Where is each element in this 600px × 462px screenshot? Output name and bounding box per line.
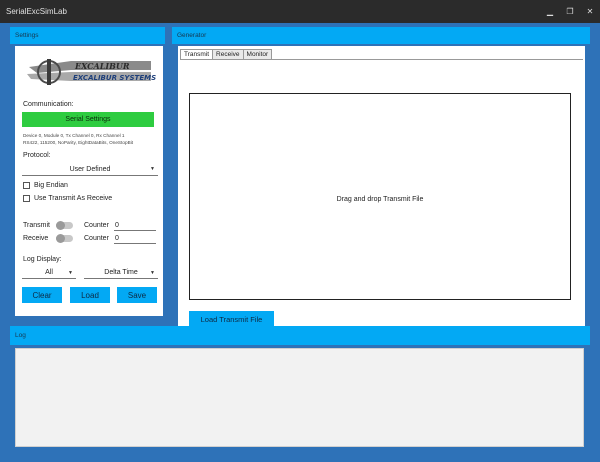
log-filter-select[interactable]: All ▼ — [22, 267, 76, 279]
settings-panel-header: Settings — [10, 27, 165, 44]
excalibur-logo: EXCALIBUR EXCALIBUR SYSTEMS — [27, 59, 156, 85]
transmit-toggle[interactable] — [56, 221, 73, 230]
receive-counter-field[interactable]: 0 — [114, 234, 156, 244]
protocol-select-value: User Defined — [69, 165, 111, 173]
window-controls: ▁ ❐ ✕ — [540, 0, 600, 23]
big-endian-label: Big Endian — [34, 182, 68, 189]
log-time-select[interactable]: Delta Time ▼ — [84, 267, 158, 279]
receive-counter-label: Counter — [84, 235, 109, 242]
use-transmit-as-receive-label: Use Transmit As Receive — [34, 195, 113, 202]
settings-panel: EXCALIBUR EXCALIBUR SYSTEMS Communicatio… — [15, 46, 163, 316]
generator-header-label: Generator — [177, 32, 207, 39]
maximize-button[interactable]: ❐ — [560, 0, 580, 23]
tab-monitor[interactable]: Monitor — [242, 49, 273, 59]
communication-label: Communication: — [23, 101, 74, 108]
logo-sword — [47, 59, 51, 85]
logo-mark-text: EXCALIBUR — [74, 61, 130, 71]
protocol-select[interactable]: User Defined ▼ — [22, 163, 158, 176]
close-button[interactable]: ✕ — [580, 0, 600, 23]
log-display-label: Log Display: — [23, 256, 62, 263]
big-endian-checkbox[interactable] — [23, 182, 30, 189]
receive-label: Receive — [23, 235, 49, 242]
tab-receive[interactable]: Receive — [212, 49, 244, 59]
use-transmit-as-receive-checkbox[interactable] — [23, 195, 30, 202]
generator-panel: Transmit Receive Monitor Drag and drop T… — [178, 46, 585, 339]
settings-header-label: Settings — [15, 32, 39, 39]
window-title: SerialExcSimLab — [6, 7, 67, 16]
minimize-button[interactable]: ▁ — [540, 0, 560, 23]
chevron-down-icon: ▼ — [150, 166, 155, 172]
log-header-label: Log — [15, 332, 26, 339]
transmit-file-drop-zone[interactable]: Drag and drop Transmit File — [189, 93, 571, 300]
generator-tabs: Transmit Receive Monitor — [180, 49, 273, 59]
load-button[interactable]: Load — [70, 287, 110, 303]
tab-divider — [180, 59, 583, 60]
serial-settings-button[interactable]: Serial Settings — [22, 112, 154, 127]
generator-panel-header: Generator — [172, 27, 590, 44]
log-panel-header: Log — [10, 326, 590, 345]
device-info-line-2: RS422, 115200, NoParity, EightDataBits, … — [23, 140, 134, 145]
receive-toggle[interactable] — [56, 234, 73, 243]
transmit-toggle-knob — [56, 221, 65, 230]
tab-transmit[interactable]: Transmit — [180, 49, 214, 59]
log-time-value: Delta Time — [104, 269, 138, 276]
clear-button[interactable]: Clear — [22, 287, 62, 303]
receive-toggle-knob — [56, 234, 65, 243]
logo-company-text: EXCALIBUR SYSTEMS — [73, 74, 156, 82]
main-window-client: Settings EXCALIBUR EXCALIBUR SYSTEMS Com… — [0, 23, 600, 462]
use-transmit-as-receive-row[interactable]: Use Transmit As Receive — [23, 195, 112, 202]
protocol-label: Protocol: — [23, 152, 51, 159]
transmit-label: Transmit — [23, 222, 50, 229]
big-endian-row[interactable]: Big Endian — [23, 182, 68, 189]
log-filter-value: All — [45, 269, 53, 276]
chevron-down-icon: ▼ — [150, 269, 155, 276]
device-info-line-1: Device 0, Module 0, Tx Channel 0, Rx Cha… — [23, 133, 125, 138]
transmit-counter-label: Counter — [84, 222, 109, 229]
log-output-area[interactable] — [15, 348, 584, 447]
drop-hint-text: Drag and drop Transmit File — [336, 196, 424, 203]
save-button[interactable]: Save — [117, 287, 157, 303]
window-titlebar: SerialExcSimLab ▁ ❐ ✕ — [0, 0, 600, 23]
load-transmit-file-button[interactable]: Load Transmit File — [189, 311, 274, 327]
chevron-down-icon: ▼ — [68, 269, 73, 276]
transmit-counter-field[interactable]: 0 — [114, 221, 156, 231]
